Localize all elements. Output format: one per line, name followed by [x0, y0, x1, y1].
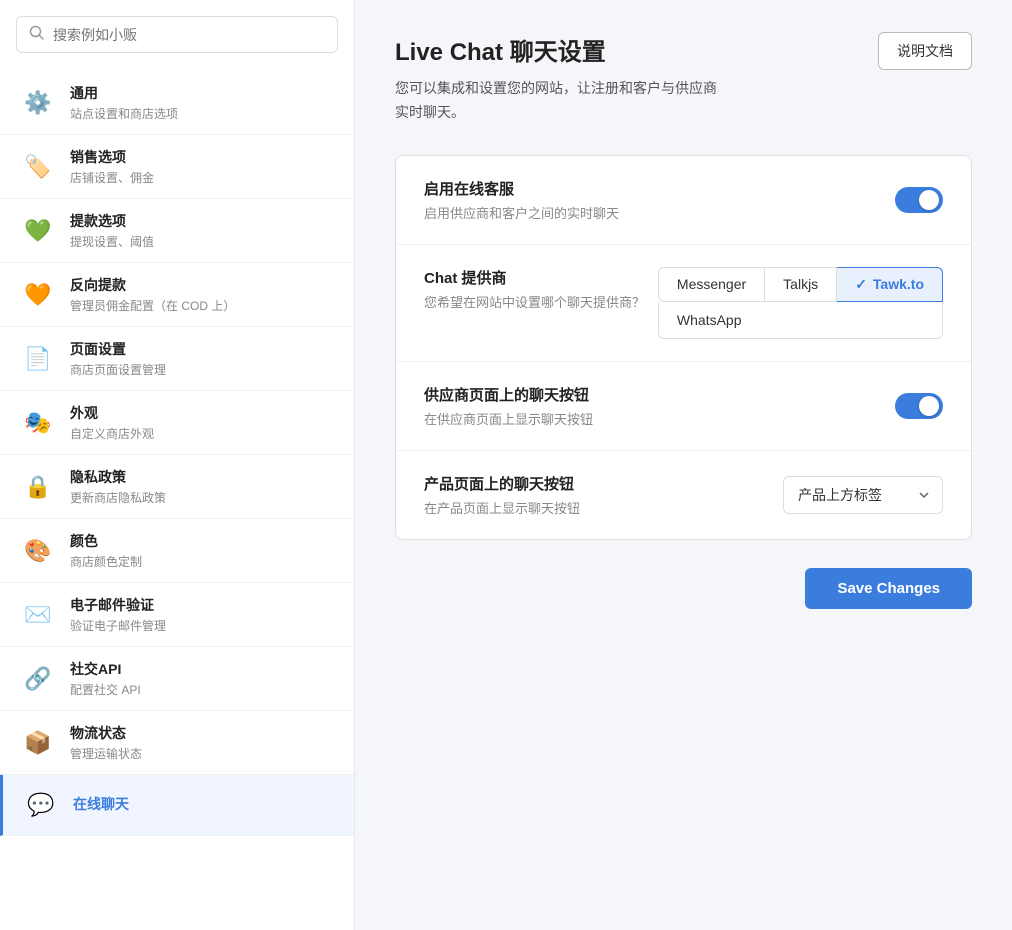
provider-row-buttons: Messenger Talkjs ✓ Tawk.to [658, 267, 943, 302]
withdraw-icon: 💚 [20, 213, 56, 249]
sidebar-item-subtitle: 管理运输状态 [70, 745, 142, 762]
sidebar-item-title: 在线聊天 [73, 794, 129, 814]
sidebar-item-subtitle: 商店页面设置管理 [70, 361, 166, 378]
vendor-chat-title: 供应商页面上的聊天按钮 [424, 384, 593, 405]
sidebar-item-social[interactable]: 🔗 社交API 配置社交 API [0, 647, 354, 711]
sidebar-item-subtitle: 站点设置和商店选项 [70, 105, 178, 122]
sidebar-item-title: 社交API [70, 659, 141, 679]
check-icon: ✓ [855, 276, 867, 293]
sidebar-item-subtitle: 更新商店隐私政策 [70, 489, 166, 506]
sidebar-item-color[interactable]: 🎨 颜色 商店颜色定制 [0, 519, 354, 583]
sidebar-item-privacy[interactable]: 🔒 隐私政策 更新商店隐私政策 [0, 455, 354, 519]
appearance-icon: 🎭 [20, 405, 56, 441]
save-changes-button[interactable]: Save Changes [805, 568, 972, 609]
sidebar-item-title: 颜色 [70, 531, 142, 551]
sidebar: ⚙️ 通用 站点设置和商店选项 🏷️ 销售选项 店铺设置、佣金 💚 提款选项 提… [0, 0, 355, 930]
sidebar-item-title: 通用 [70, 83, 178, 103]
provider-messenger-button[interactable]: Messenger [658, 267, 765, 302]
provider-talkjs-button[interactable]: Talkjs [765, 267, 837, 302]
doc-button[interactable]: 说明文档 [878, 32, 972, 70]
page-title: Live Chat 聊天设置 [395, 32, 717, 67]
search-box[interactable] [16, 16, 338, 53]
enable-row: 启用在线客服 启用供应商和客户之间的实时聊天 [396, 156, 971, 245]
sidebar-item-email[interactable]: ✉️ 电子邮件验证 验证电子邮件管理 [0, 583, 354, 647]
sidebar-item-appearance[interactable]: 🎭 外观 自定义商店外观 [0, 391, 354, 455]
settings-card: 启用在线客服 启用供应商和客户之间的实时聊天 Chat 提供商 您希望在网站中设… [395, 155, 972, 540]
sidebar-item-livechat[interactable]: 💬 在线聊天 [0, 775, 354, 836]
pages-icon: 📄 [20, 341, 56, 377]
shipping-icon: 📦 [20, 725, 56, 761]
product-chat-title: 产品页面上的聊天按钮 [424, 473, 580, 494]
general-icon: ⚙️ [20, 85, 56, 121]
sidebar-item-withdraw[interactable]: 💚 提款选项 提现设置、阈值 [0, 199, 354, 263]
sidebar-item-title: 反向提款 [70, 275, 235, 295]
sidebar-item-shipping[interactable]: 📦 物流状态 管理运输状态 [0, 711, 354, 775]
provider-row: Chat 提供商 您希望在网站中设置哪个聊天提供商？ Messenger Tal… [396, 245, 971, 362]
sidebar-item-subtitle: 店铺设置、佣金 [70, 169, 154, 186]
sidebar-item-title: 外观 [70, 403, 154, 423]
enable-desc: 启用供应商和客户之间的实时聊天 [424, 203, 619, 222]
vendor-chat-desc: 在供应商页面上显示聊天按钮 [424, 409, 593, 428]
sidebar-item-subtitle: 商店颜色定制 [70, 553, 142, 570]
sidebar-item-subtitle: 自定义商店外观 [70, 425, 154, 442]
provider-desc: 您希望在网站中设置哪个聊天提供商？ [424, 292, 645, 311]
page-header: Live Chat 聊天设置 您可以集成和设置您的网站，让注册和客户与供应商 实… [395, 32, 972, 125]
color-icon: 🎨 [20, 533, 56, 569]
livechat-icon: 💬 [23, 787, 59, 823]
sidebar-item-sales[interactable]: 🏷️ 销售选项 店铺设置、佣金 [0, 135, 354, 199]
search-input[interactable] [53, 27, 325, 43]
enable-toggle[interactable] [895, 187, 943, 213]
email-icon: ✉️ [20, 597, 56, 633]
sidebar-item-subtitle: 管理员佣金配置（在 COD 上） [70, 297, 235, 314]
enable-title: 启用在线客服 [424, 178, 619, 199]
vendor-chat-row: 供应商页面上的聊天按钮 在供应商页面上显示聊天按钮 [396, 362, 971, 451]
sidebar-item-general[interactable]: ⚙️ 通用 站点设置和商店选项 [0, 71, 354, 135]
sidebar-item-title: 隐私政策 [70, 467, 166, 487]
search-icon [29, 25, 45, 44]
sidebar-item-title: 电子邮件验证 [70, 595, 166, 615]
provider-whatsapp-button[interactable]: WhatsApp [658, 302, 943, 339]
sidebar-item-subtitle: 配置社交 API [70, 681, 141, 698]
vendor-chat-toggle[interactable] [895, 393, 943, 419]
sidebar-item-title: 页面设置 [70, 339, 166, 359]
social-icon: 🔗 [20, 661, 56, 697]
product-position-select[interactable]: 产品上方标签 产品下方标签 禁用 [783, 476, 943, 514]
main-content: Live Chat 聊天设置 您可以集成和设置您的网站，让注册和客户与供应商 实… [355, 0, 1012, 930]
sidebar-item-subtitle: 提现设置、阈值 [70, 233, 154, 250]
product-chat-row: 产品页面上的聊天按钮 在产品页面上显示聊天按钮 产品上方标签 产品下方标签 禁用 [396, 451, 971, 539]
sidebar-item-title: 提款选项 [70, 211, 154, 231]
refund-icon: 🧡 [20, 277, 56, 313]
sidebar-item-title: 物流状态 [70, 723, 142, 743]
provider-title: Chat 提供商 [424, 267, 645, 288]
sales-icon: 🏷️ [20, 149, 56, 185]
product-chat-desc: 在产品页面上显示聊天按钮 [424, 498, 580, 517]
sidebar-item-title: 销售选项 [70, 147, 154, 167]
sidebar-item-subtitle: 验证电子邮件管理 [70, 617, 166, 634]
provider-tawkto-button[interactable]: ✓ Tawk.to [837, 267, 943, 302]
sidebar-item-pages[interactable]: 📄 页面设置 商店页面设置管理 [0, 327, 354, 391]
page-description: 您可以集成和设置您的网站，让注册和客户与供应商 实时聊天。 [395, 77, 717, 125]
sidebar-item-refund[interactable]: 🧡 反向提款 管理员佣金配置（在 COD 上） [0, 263, 354, 327]
provider-buttons: Messenger Talkjs ✓ Tawk.to WhatsApp [658, 267, 943, 339]
privacy-icon: 🔒 [20, 469, 56, 505]
